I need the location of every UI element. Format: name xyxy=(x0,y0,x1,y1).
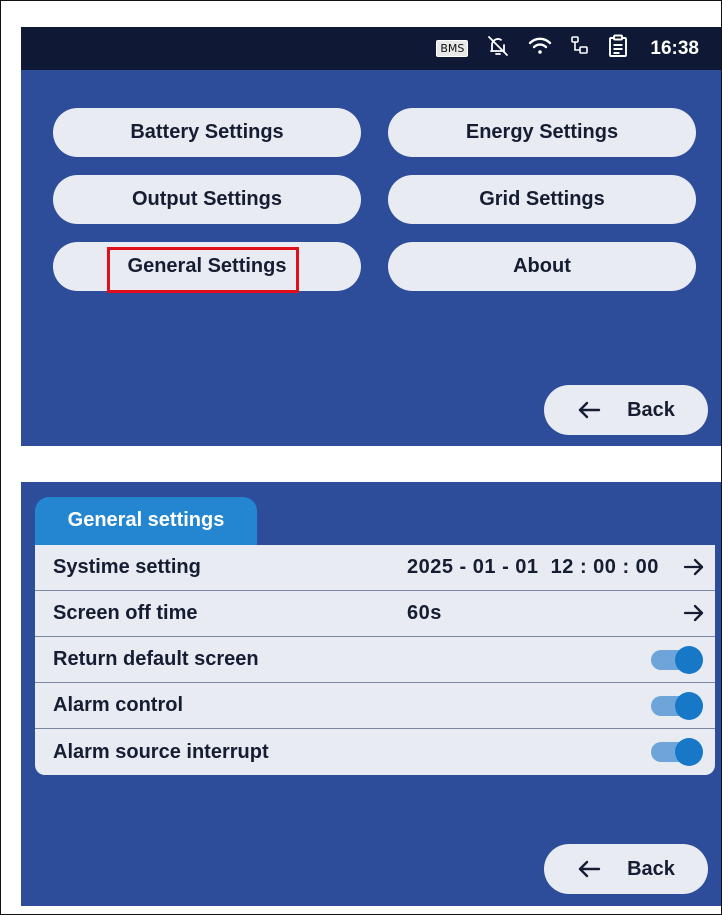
row-label: Screen off time xyxy=(53,602,198,624)
back-button[interactable]: Back xyxy=(544,844,708,894)
network-icon xyxy=(570,35,590,62)
row-label: Alarm source interrupt xyxy=(53,740,269,763)
status-bar: BMS 16:38 xyxy=(21,27,721,70)
alarm-source-interrupt-toggle[interactable] xyxy=(651,738,703,766)
arrow-left-icon xyxy=(577,401,601,419)
screen-off-time-row[interactable]: Screen off time 60s xyxy=(35,591,715,637)
arrow-left-icon xyxy=(577,860,601,878)
about-button[interactable]: About xyxy=(388,242,696,291)
row-label: Systime setting xyxy=(53,556,201,578)
wifi-icon xyxy=(528,35,552,62)
settings-menu-screen: BMS 16:38 Battery Settings Energy Settin… xyxy=(21,27,721,446)
row-label: Alarm control xyxy=(53,694,184,716)
clock-time: 16:38 xyxy=(650,37,699,59)
battery-settings-label: Battery Settings xyxy=(130,121,284,143)
figure-frame: BMS 16:38 Battery Settings Energy Settin… xyxy=(0,0,722,915)
status-icons: BMS 16:38 xyxy=(436,27,699,70)
bell-off-icon xyxy=(486,34,510,63)
back-label: Back xyxy=(627,398,675,421)
systime-setting-row[interactable]: Systime setting 2025 - 01 - 01 12 : 00 :… xyxy=(35,545,715,591)
battery-settings-button[interactable]: Battery Settings xyxy=(53,108,361,157)
clipboard-icon xyxy=(608,34,628,63)
general-settings-screen: General settings Systime setting 2025 - … xyxy=(21,482,721,906)
settings-list: Systime setting 2025 - 01 - 01 12 : 00 :… xyxy=(35,545,715,775)
alarm-control-row: Alarm control xyxy=(35,683,715,729)
return-default-screen-toggle[interactable] xyxy=(651,646,703,674)
energy-settings-label: Energy Settings xyxy=(465,121,619,143)
output-settings-label: Output Settings xyxy=(132,188,282,210)
alarm-control-toggle[interactable] xyxy=(651,692,703,720)
arrow-right-icon[interactable] xyxy=(683,603,705,629)
alarm-source-interrupt-row: Alarm source interrupt xyxy=(35,729,715,775)
grid-settings-button[interactable]: Grid Settings xyxy=(388,175,696,224)
about-label: About xyxy=(513,255,571,277)
screen-off-value: 60s xyxy=(407,602,442,624)
bms-icon: BMS xyxy=(436,40,469,57)
back-label: Back xyxy=(627,857,675,880)
row-label: Return default screen xyxy=(53,648,259,670)
energy-settings-button[interactable]: Energy Settings xyxy=(388,108,696,157)
output-settings-button[interactable]: Output Settings xyxy=(53,175,361,224)
systime-value: 2025 - 01 - 01 12 : 00 : 00 xyxy=(407,556,659,578)
grid-settings-label: Grid Settings xyxy=(479,188,605,210)
highlight-box xyxy=(107,247,299,293)
back-button[interactable]: Back xyxy=(544,385,708,435)
tab-general-settings[interactable]: General settings xyxy=(35,497,257,547)
arrow-right-icon[interactable] xyxy=(683,557,705,583)
return-default-screen-row: Return default screen xyxy=(35,637,715,683)
